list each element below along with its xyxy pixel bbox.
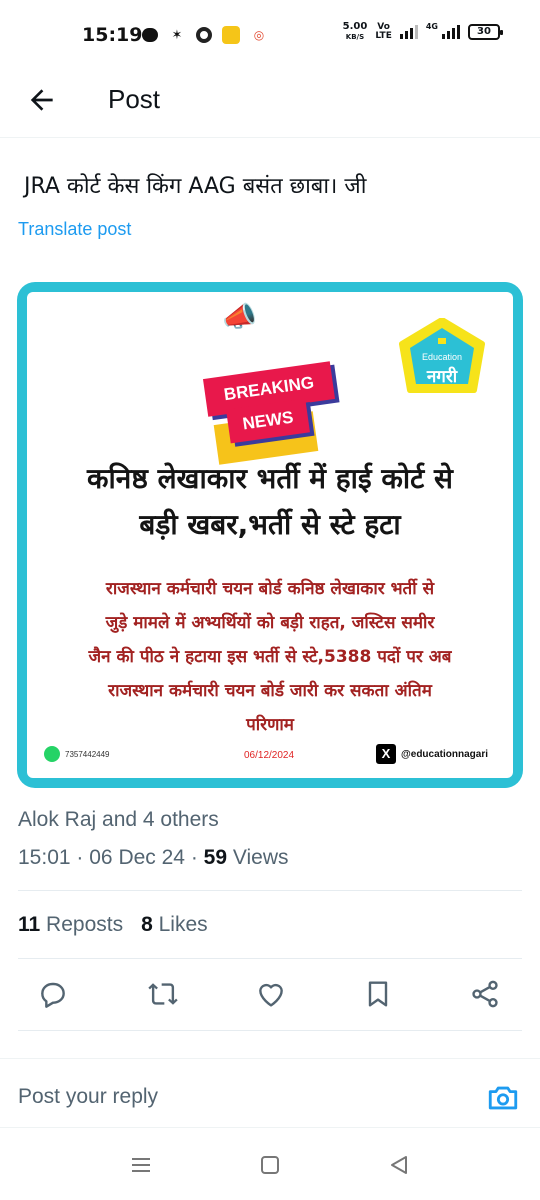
handle-text: @educationnagari <box>401 748 488 760</box>
recents-button[interactable] <box>126 1150 156 1180</box>
volte-bottom: LTE <box>375 31 392 41</box>
headline-line-2: बड़ी खबर,भर्ती से स्टे हटा <box>139 508 401 541</box>
system-nav-bar <box>0 1130 540 1200</box>
vpn-icon: ✶ <box>171 27 183 43</box>
image-date: 06/12/2024 <box>244 750 295 761</box>
repost-button[interactable] <box>147 978 179 1010</box>
reposts-stat[interactable]: 11 Reposts <box>18 913 123 937</box>
arrow-left-icon <box>30 89 53 111</box>
net-speed-value: 5.00 <box>342 21 368 32</box>
likes-count: 8 <box>141 913 153 936</box>
status-right: 5.00 KB/S Vo LTE 4G 30 <box>343 21 503 42</box>
logo-label: Education <box>421 352 463 362</box>
headline-line-1: कनिष्ठ लेखाकार भर्ती में हाई कोर्ट से <box>87 462 453 495</box>
x-logo-icon: X <box>376 744 396 764</box>
body-line-3: जैन की पीठ ने हटाया इस भर्ती से स्टे,538… <box>88 647 452 667</box>
reply-input[interactable]: Post your reply <box>18 1085 158 1109</box>
logo-hindi-text: नगरी <box>426 367 458 387</box>
app-notification-icon <box>222 26 240 44</box>
menu-icon <box>132 1158 150 1172</box>
reply-button[interactable] <box>37 978 69 1010</box>
post-text: JRA कोर्ट केस किंग AAG बसंत छाबा। जी <box>24 174 367 199</box>
liked-by[interactable]: Alok Raj and 4 others <box>18 808 219 832</box>
body-line-4: राजस्थान कर्मचारी चयन बोर्ड जारी कर सकता… <box>108 681 432 701</box>
back-nav-button[interactable] <box>384 1150 414 1180</box>
body-line-1: राजस्थान कर्मचारी चयन बोर्ड कनिष्ठ लेखाक… <box>105 579 435 599</box>
signal-icon-2 <box>442 25 460 39</box>
network-type: 4G <box>425 21 438 31</box>
image-headline: कनिष्ठ लेखाकार भर्ती में हाई कोर्ट से बड… <box>30 456 510 548</box>
divider-2 <box>18 958 522 959</box>
comment-icon <box>41 982 65 1008</box>
views-label: Views <box>232 846 289 869</box>
post-timestamp: 15:01 · 06 Dec 24 · 59 Views <box>18 846 289 870</box>
net-speed-unit: KB/S <box>345 33 365 41</box>
bookmark-icon <box>368 981 388 1007</box>
post-actions <box>0 968 540 1024</box>
page-title: Post <box>108 84 161 114</box>
status-bar: 15:19 ✶ ◎ 5.00 KB/S Vo LTE 4G 30 <box>0 0 540 70</box>
whatsapp-icon <box>44 746 60 762</box>
translate-post-link[interactable]: Translate post <box>18 219 131 240</box>
views-count: 59 <box>203 846 228 869</box>
engagement-stats: 11 Reposts 8 Likes <box>18 913 208 937</box>
triangle-back-icon <box>391 1156 407 1174</box>
body-line-5: परिणाम <box>246 715 294 735</box>
reposts-count: 11 <box>18 913 41 936</box>
post-date: 06 Dec 24 <box>89 846 185 869</box>
square-icon <box>261 1156 279 1174</box>
post-time: 15:01 <box>18 846 71 869</box>
likes-stat[interactable]: 8 Likes <box>141 913 208 937</box>
body-line-2: जुड़े मामले में अभ्यर्थियों को बड़ी राहत… <box>105 613 435 633</box>
signal-icon <box>399 25 418 39</box>
phone-number: 7357442449 <box>65 749 110 759</box>
message-icon <box>142 28 158 42</box>
image-footer-phone: 7357442449 <box>44 746 110 762</box>
reply-composer[interactable]: Post your reply <box>0 1058 540 1128</box>
likes-label: Likes <box>158 913 208 936</box>
meta-separator-2: · <box>190 846 198 869</box>
battery-icon: 30 <box>468 24 503 40</box>
breaking-news-badge: BREAKING NEWS <box>190 330 336 465</box>
volte-indicator: Vo LTE <box>375 23 392 41</box>
divider <box>18 890 522 891</box>
net-speed: 5.00 KB/S <box>343 22 368 42</box>
chrome-icon <box>196 27 212 43</box>
notification-icons: ✶ ◎ <box>142 26 268 44</box>
back-button[interactable] <box>26 84 58 116</box>
reposts-label: Reposts <box>46 913 124 936</box>
share-button[interactable] <box>469 978 501 1010</box>
heart-icon <box>259 983 283 1007</box>
divider-3 <box>18 1030 522 1031</box>
top-bar: Post <box>0 70 540 138</box>
status-time: 15:19 <box>82 24 143 46</box>
bookmark-button[interactable] <box>362 978 394 1010</box>
like-button[interactable] <box>255 978 287 1010</box>
image-footer-handle: X @educationnagari <box>376 744 488 764</box>
meta-separator: · <box>76 846 84 869</box>
camera-icon <box>488 1086 518 1110</box>
megaphone-icon: 📣 <box>222 300 257 333</box>
image-body-text: राजस्थान कर्मचारी चयन बोर्ड कनिष्ठ लेखाक… <box>34 572 506 742</box>
game-icon: ◎ <box>253 28 265 42</box>
home-button[interactable] <box>255 1150 285 1180</box>
repost-icon <box>148 983 178 1005</box>
camera-button[interactable] <box>486 1081 520 1115</box>
share-icon <box>472 980 498 1008</box>
